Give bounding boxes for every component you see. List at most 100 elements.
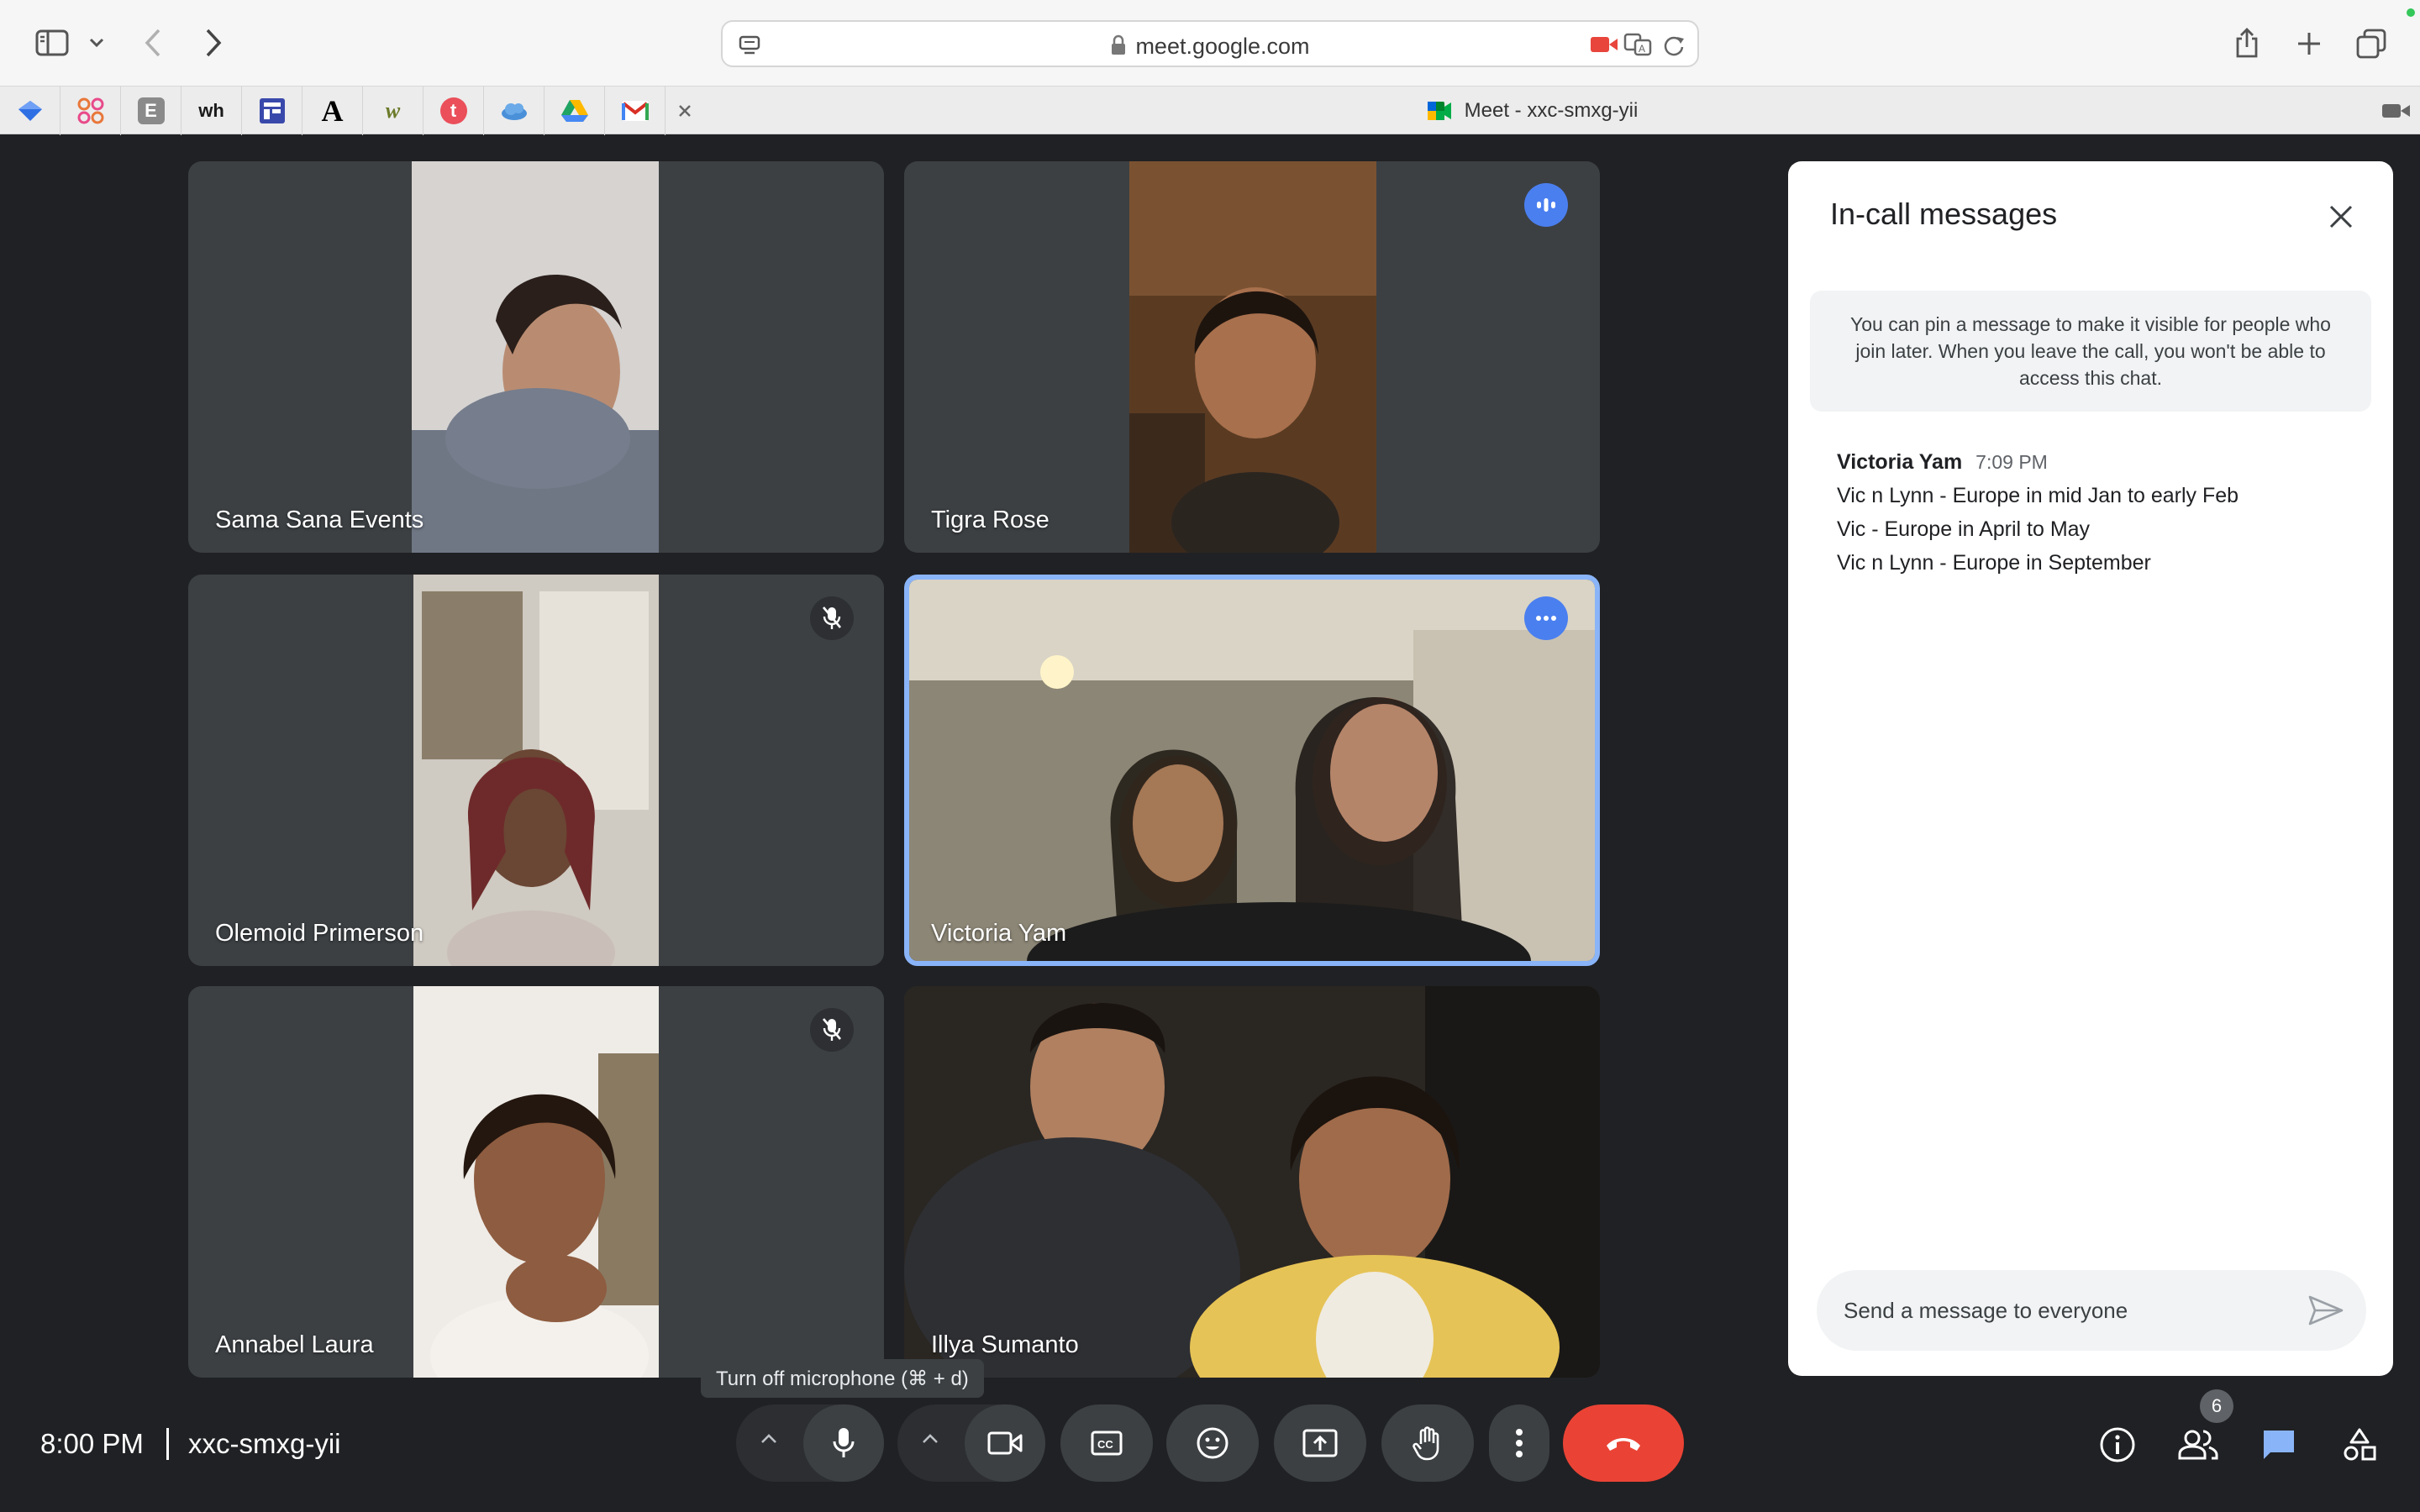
camera-icon	[987, 1431, 1023, 1455]
share-icon[interactable]	[2228, 24, 2265, 62]
close-icon[interactable]	[2323, 198, 2360, 235]
pinned-tab-8[interactable]: t	[424, 87, 484, 135]
message-time: 7:09 PM	[1975, 451, 2048, 473]
pinned-tab-5[interactable]	[242, 87, 302, 135]
pinned-tab-3[interactable]: E	[121, 87, 182, 135]
address-bar[interactable]: meet.google.com A	[721, 20, 1699, 67]
meeting-time: 8:00 PM	[40, 1428, 144, 1459]
reload-icon[interactable]	[1659, 30, 1689, 60]
pinned-tab-9[interactable]	[484, 87, 544, 135]
camera-button[interactable]	[965, 1404, 1045, 1482]
pinned-tab-2[interactable]	[60, 87, 121, 135]
message-input-box	[1817, 1270, 2366, 1351]
hand-icon	[1413, 1426, 1439, 1461]
message-sender: Victoria Yam	[1837, 450, 1963, 474]
camera-in-use-icon[interactable]	[1590, 32, 1618, 57]
message-input[interactable]	[1844, 1290, 2297, 1331]
pattern-favicon	[77, 97, 103, 124]
pin-message-note: You can pin a message to make it visible…	[1810, 291, 2371, 412]
participant-tile[interactable]: Tigra Rose	[904, 161, 1600, 553]
meeting-code: xxc-smxg-yii	[188, 1428, 341, 1459]
microphone-tooltip: Turn off microphone (⌘ + d)	[701, 1359, 984, 1398]
mic-control-group	[736, 1404, 884, 1482]
participant-tile[interactable]: Annabel Laura	[188, 986, 884, 1378]
meeting-details-button[interactable]	[2094, 1421, 2141, 1468]
participant-tile[interactable]: Olemoid Primerson	[188, 575, 884, 966]
video-feed	[412, 161, 659, 553]
mic-muted-icon	[810, 596, 854, 640]
more-options-icon[interactable]	[1524, 596, 1568, 640]
message-line: Vic n Lynn - Europe in mid Jan to early …	[1837, 484, 2239, 507]
participant-name: Olemoid Primerson	[215, 920, 424, 947]
emoji-icon	[1197, 1427, 1228, 1459]
divider	[166, 1428, 169, 1460]
people-button[interactable]	[2175, 1421, 2222, 1468]
pinned-tab-4[interactable]: wh	[182, 87, 242, 135]
participant-name: Victoria Yam	[931, 920, 1067, 947]
message-line: Vic - Europe in April to May	[1837, 517, 2091, 541]
pinned-tab-6[interactable]: A	[302, 87, 363, 135]
participant-tile[interactable]: Illya Sumanto	[904, 986, 1600, 1378]
camera-control-group	[897, 1404, 1045, 1482]
e-favicon: E	[137, 97, 165, 124]
mic-muted-icon	[810, 1008, 854, 1052]
video-icon[interactable]	[2381, 98, 2412, 123]
microphone-icon	[833, 1428, 855, 1457]
activities-button[interactable]	[2336, 1421, 2383, 1468]
participant-name: Tigra Rose	[931, 507, 1050, 533]
participant-tile-active[interactable]: Victoria Yam	[904, 575, 1600, 966]
in-call-messages-panel: In-call messages You can pin a message t…	[1788, 161, 2393, 1376]
forward-icon[interactable]	[197, 25, 230, 60]
pinned-tab-11[interactable]	[605, 87, 666, 135]
microphone-button[interactable]	[803, 1404, 884, 1482]
back-icon[interactable]	[136, 25, 170, 60]
cloud-favicon	[501, 103, 527, 120]
reactions-button[interactable]	[1166, 1404, 1259, 1482]
recording-dot	[2407, 8, 2415, 17]
active-tab-title: Meet - xxc-smxg-yii	[1464, 99, 1639, 122]
audio-options-chevron-icon[interactable]	[760, 1433, 778, 1449]
message-line: Vic n Lynn - Europe in September	[1837, 551, 2151, 575]
a-favicon: A	[321, 94, 344, 128]
wh-favicon: wh	[198, 100, 224, 121]
layout-favicon	[259, 98, 285, 123]
send-icon[interactable]	[2306, 1290, 2346, 1331]
speaking-indicator-icon	[1524, 183, 1568, 227]
pinned-tab-1[interactable]	[0, 87, 60, 135]
activities-icon	[2344, 1428, 2376, 1461]
gmail-favicon	[621, 101, 649, 121]
tab-bar: E wh A w t Meet - xxc-smxg-yii	[0, 86, 2420, 135]
video-options-chevron-icon[interactable]	[921, 1433, 939, 1449]
participant-count-badge: 6	[2200, 1389, 2233, 1423]
more-options-button[interactable]	[1489, 1404, 1549, 1482]
translate-icon[interactable]: A	[1622, 30, 1655, 59]
video-feed	[1129, 161, 1376, 553]
info-icon	[2100, 1427, 2135, 1462]
lock-icon	[1110, 34, 1127, 62]
tab-overview-icon[interactable]	[2353, 25, 2390, 62]
leave-call-button[interactable]	[1563, 1404, 1684, 1482]
sidebar-toggle-icon[interactable]	[34, 27, 71, 59]
present-button[interactable]	[1274, 1404, 1366, 1482]
raise-hand-button[interactable]	[1381, 1404, 1474, 1482]
drive-favicon	[560, 100, 588, 122]
new-tab-icon[interactable]	[2291, 25, 2328, 62]
w-favicon: w	[385, 98, 401, 123]
participant-name: Sama Sana Events	[215, 507, 424, 533]
captions-button[interactable]: CC	[1060, 1404, 1153, 1482]
chat-icon	[2264, 1431, 2294, 1459]
url-text: meet.google.com	[723, 34, 1697, 62]
tab-meet[interactable]: Meet - xxc-smxg-yii	[687, 87, 2376, 135]
chevron-down-icon[interactable]	[84, 30, 109, 55]
pinned-tab-7[interactable]: w	[363, 87, 424, 135]
participant-name: Annabel Laura	[215, 1331, 374, 1358]
more-vert-icon	[1516, 1429, 1523, 1457]
meet-favicon	[1427, 102, 1451, 120]
svg-text:CC: CC	[1097, 1438, 1113, 1451]
panel-title: In-call messages	[1830, 197, 2058, 231]
participant-tile[interactable]: Sama Sana Events	[188, 161, 884, 553]
browser-toolbar: meet.google.com A	[0, 0, 2420, 86]
video-feed	[413, 575, 659, 966]
pinned-tab-10[interactable]	[544, 87, 605, 135]
chat-button[interactable]	[2255, 1421, 2302, 1468]
